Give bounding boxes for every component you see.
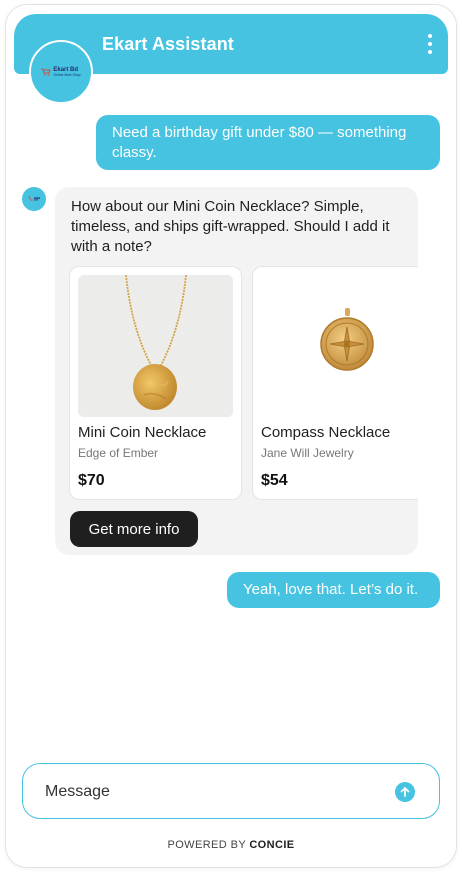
powered-by-footer: POWERED BY CONCIE bbox=[167, 839, 295, 851]
product-card[interactable]: Mini Coin Necklace Edge of Ember $70 bbox=[69, 266, 242, 500]
product-card[interactable]: Compass Necklace Jane Will Jewelry $54 bbox=[252, 266, 418, 500]
get-more-info-button[interactable]: Get more info bbox=[70, 511, 198, 547]
product-brand: Jane Will Jewelry bbox=[261, 446, 354, 460]
assistant-avatar: Ekart Bd Online Best Shop bbox=[29, 40, 93, 104]
message-composer bbox=[22, 763, 440, 819]
product-carousel[interactable]: Mini Coin Necklace Edge of Ember $70 Com… bbox=[69, 266, 418, 500]
message-input[interactable] bbox=[45, 780, 385, 804]
ekart-logo-small bbox=[28, 196, 40, 201]
product-image bbox=[261, 275, 416, 417]
product-brand: Edge of Ember bbox=[78, 446, 159, 460]
product-price: $54 bbox=[261, 472, 288, 489]
ekart-logo: Ekart Bd Online Best Shop bbox=[41, 67, 81, 78]
user-message: Need a birthday gift under $80 — somethi… bbox=[96, 115, 440, 170]
coin-necklace-image bbox=[78, 275, 233, 417]
header-title: Ekart Assistant bbox=[102, 34, 234, 54]
assistant-message: How about our Mini Coin Necklace? Simple… bbox=[55, 187, 418, 555]
arrow-up-icon bbox=[400, 787, 410, 797]
send-button[interactable] bbox=[395, 782, 415, 802]
kebab-menu-icon[interactable] bbox=[426, 34, 434, 54]
bot-avatar bbox=[22, 187, 46, 211]
assistant-message-text: How about our Mini Coin Necklace? Simple… bbox=[71, 198, 390, 255]
product-price: $70 bbox=[78, 472, 105, 489]
compass-pendant-image bbox=[261, 275, 416, 417]
user-message: Yeah, love that. Let’s do it. bbox=[227, 572, 440, 608]
product-name: Mini Coin Necklace bbox=[78, 424, 207, 441]
cart-icon bbox=[41, 68, 52, 76]
product-name: Compass Necklace bbox=[261, 424, 391, 441]
product-image bbox=[78, 275, 233, 417]
concie-brand[interactable]: CONCIE bbox=[249, 839, 294, 851]
